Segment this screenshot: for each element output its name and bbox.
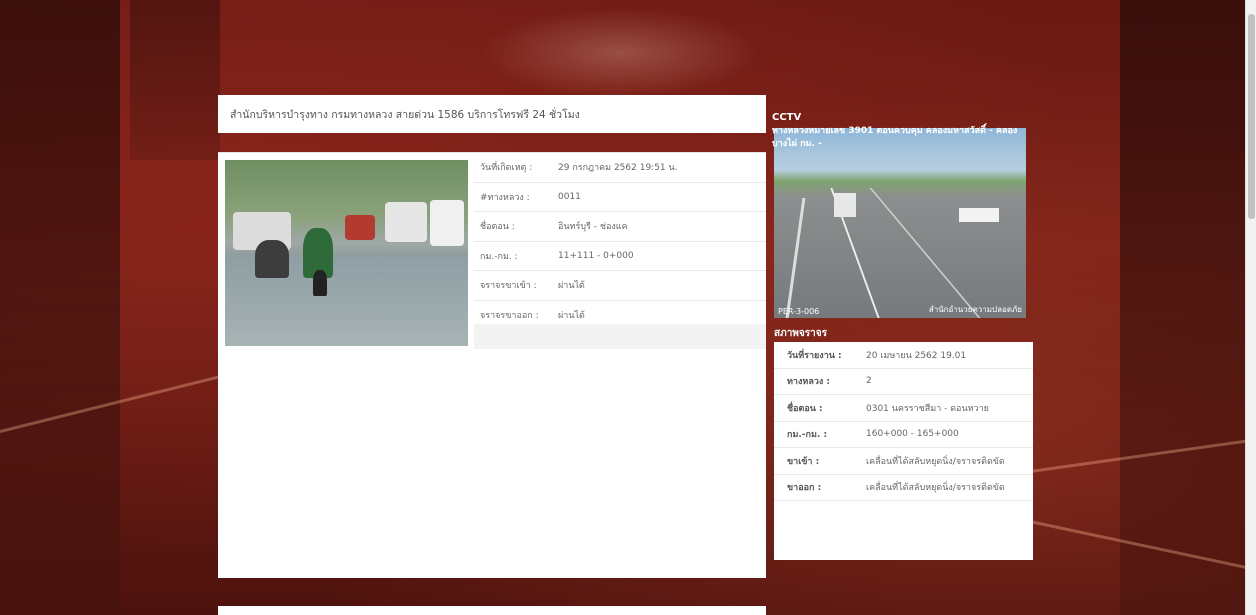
traffic-row-outbound: ขาออก : เคลื่อนที่ได้สลับหยุดนิ่ง/จราจรต…: [774, 475, 1033, 501]
row-label: ขาเข้า :: [787, 456, 820, 467]
row-label: กม.-กม. :: [480, 251, 518, 262]
incident-photo: [225, 160, 468, 346]
row-label: วันที่รายงาน :: [787, 350, 842, 361]
row-value: ผ่านได้: [558, 310, 585, 321]
row-label: ขาออก :: [787, 483, 822, 494]
row-label: #ทางหลวง :: [480, 192, 530, 203]
traffic-row-km: กม.-กม. : 160+000 - 165+000: [774, 422, 1033, 448]
cctv-camera-name: ทางหลวงหมายเลข 3901 ตอนควบคุม คลองมหาสวั…: [772, 126, 1018, 149]
incident-row-section: ชื่อตอน : อินทร์บุรี - ช่องแค: [474, 212, 766, 242]
row-value: เคลื่อนที่ได้สลับหยุดนิ่ง/จราจรติดขัด: [866, 483, 1005, 494]
row-value: 2: [866, 376, 872, 387]
camera-owner-caption: สำนักอำนวยความปลอดภัย: [928, 305, 1022, 314]
row-label: จราจรขาออก :: [480, 310, 539, 321]
incident-details-table: วันที่เกิดเหตุ : 29 กรกฎาคม 2562 19:51 น…: [474, 153, 766, 330]
row-label: วันที่เกิดเหตุ :: [480, 163, 533, 174]
camera-id-caption: PER-3-006: [778, 307, 820, 316]
vertical-scrollbar[interactable]: [1245, 0, 1256, 615]
hotline-text: สำนักบริหารบำรุงทาง กรมทางหลวง สายด่วน 1…: [230, 108, 580, 121]
row-label: จราจรขาเข้า :: [480, 281, 537, 292]
row-value: 0011: [558, 191, 581, 202]
incident-row-inbound: จราจรขาเข้า : ผ่านได้: [474, 271, 766, 301]
traffic-heading: สภาพจราจร: [774, 328, 827, 339]
row-label: ชื่อตอน :: [787, 403, 823, 414]
traffic-row-inbound: ขาเข้า : เคลื่อนที่ได้สลับหยุดนิ่ง/จราจร…: [774, 448, 1033, 475]
row-value: 160+000 - 165+000: [866, 429, 959, 440]
traffic-row-section: ชื่อตอน : 0301 นครราชสีมา - ดอนหวาย: [774, 395, 1033, 422]
incident-row-km: กม.-กม. : 11+111 - 0+000: [474, 242, 766, 271]
row-value: 20 เมษายน 2562 19.01: [866, 350, 967, 361]
cctv-heading: CCTV: [772, 112, 802, 123]
row-value: เคลื่อนที่ได้สลับหยุดนิ่ง/จราจรติดขัด: [866, 456, 1005, 467]
scrollbar-thumb[interactable]: [1248, 14, 1255, 219]
row-value: 29 กรกฎาคม 2562 19:51 น.: [558, 163, 678, 174]
row-label: ทางหลวง :: [787, 377, 831, 388]
incident-panel: วันที่เกิดเหตุ : 29 กรกฎาคม 2562 19:51 น…: [218, 152, 766, 578]
row-value: อินทร์บุรี - ช่องแค: [558, 222, 628, 233]
incident-row-highway: #ทางหลวง : 0011: [474, 183, 766, 212]
incident-row-date: วันที่เกิดเหตุ : 29 กรกฎาคม 2562 19:51 น…: [474, 153, 766, 183]
row-value: ผ่านได้: [558, 281, 585, 292]
traffic-row-report-date: วันที่รายงาน : 20 เมษายน 2562 19.01: [774, 342, 1033, 369]
row-value: 0301 นครราชสีมา - ดอนหวาย: [866, 403, 989, 414]
hotline-banner: สำนักบริหารบำรุงทาง กรมทางหลวง สายด่วน 1…: [218, 95, 766, 133]
traffic-status-panel: วันที่รายงาน : 20 เมษายน 2562 19.01 ทางห…: [774, 342, 1033, 560]
row-label: ชื่อตอน :: [480, 222, 515, 233]
cctv-feed-image[interactable]: PER-3-006 สำนักอำนวยความปลอดภัย: [774, 128, 1026, 318]
row-label: กม.-กม. :: [787, 430, 828, 441]
next-incident-panel: [218, 606, 766, 615]
traffic-row-highway: ทางหลวง : 2: [774, 369, 1033, 395]
row-value: 11+111 - 0+000: [558, 250, 634, 261]
details-footer-strip: [474, 324, 766, 349]
